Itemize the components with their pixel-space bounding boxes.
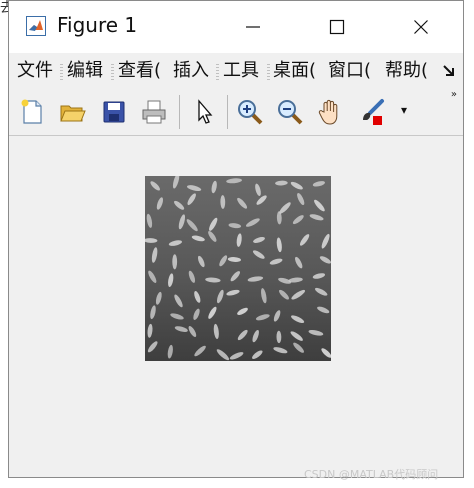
zoom-out-button[interactable] — [273, 95, 307, 129]
toolbar-overflow-icon[interactable]: » — [451, 90, 457, 100]
pan-button[interactable] — [313, 95, 347, 129]
toolbar-separator — [227, 95, 228, 129]
save-button[interactable] — [97, 95, 131, 129]
open-button[interactable] — [55, 95, 89, 129]
title-bar: Figure 1 — [9, 1, 463, 53]
menu-separator — [216, 64, 219, 80]
figure-window: Figure 1 文件 编辑 查看( 插入 工具 桌面( 窗口( 帮助(▾ » — [8, 0, 464, 478]
menu-separator — [267, 64, 270, 80]
brush-button[interactable] — [355, 95, 389, 129]
zoom-out-icon — [278, 100, 303, 125]
menu-tools[interactable]: 工具 — [223, 59, 259, 83]
menu-bar: 文件 编辑 查看( 插入 工具 桌面( 窗口( 帮助( — [9, 53, 463, 89]
print-button[interactable] — [137, 95, 171, 129]
figure-toolbar: ▾ » — [9, 89, 463, 136]
minimize-icon — [246, 26, 260, 28]
maximize-icon — [329, 19, 345, 35]
new-figure-button[interactable] — [15, 95, 49, 129]
toolbar-separator — [179, 95, 180, 129]
new-figure-icon — [21, 99, 42, 124]
close-button[interactable] — [393, 1, 449, 53]
menu-insert[interactable]: 插入 — [173, 59, 209, 83]
menu-file[interactable]: 文件 — [17, 59, 53, 83]
matlab-logo-icon — [26, 16, 46, 36]
maximize-button[interactable] — [309, 1, 365, 53]
brush-dropdown-icon[interactable]: ▾ — [401, 103, 407, 117]
watermark-text: CSDN @MATLAB代码顾问 — [304, 468, 439, 481]
print-icon — [142, 100, 166, 124]
menu-view[interactable]: 查看( — [118, 59, 161, 83]
zoom-in-icon — [238, 100, 263, 125]
zoom-in-button[interactable] — [233, 95, 267, 129]
menu-edit[interactable]: 编辑 — [67, 59, 103, 83]
menu-desktop[interactable]: 桌面( — [273, 59, 316, 83]
minimize-button[interactable] — [225, 1, 281, 53]
rice-grain — [172, 254, 178, 270]
open-folder-icon — [60, 105, 86, 122]
brush-icon — [363, 99, 384, 125]
menu-help[interactable]: 帮助( — [385, 59, 428, 83]
arrow-down-right-icon[interactable] — [441, 62, 457, 80]
background-text-fragment: 去 — [0, 0, 8, 16]
pan-hand-icon — [318, 99, 338, 125]
window-title: Figure 1 — [57, 13, 138, 37]
rice-grains-image — [145, 176, 331, 361]
menu-separator — [111, 64, 114, 80]
menu-window[interactable]: 窗口( — [328, 59, 371, 83]
pointer-button[interactable] — [187, 95, 221, 129]
pointer-icon — [198, 99, 213, 124]
close-icon — [414, 20, 428, 34]
save-icon — [103, 101, 125, 123]
figure-canvas — [9, 136, 463, 477]
menu-separator — [60, 64, 63, 80]
